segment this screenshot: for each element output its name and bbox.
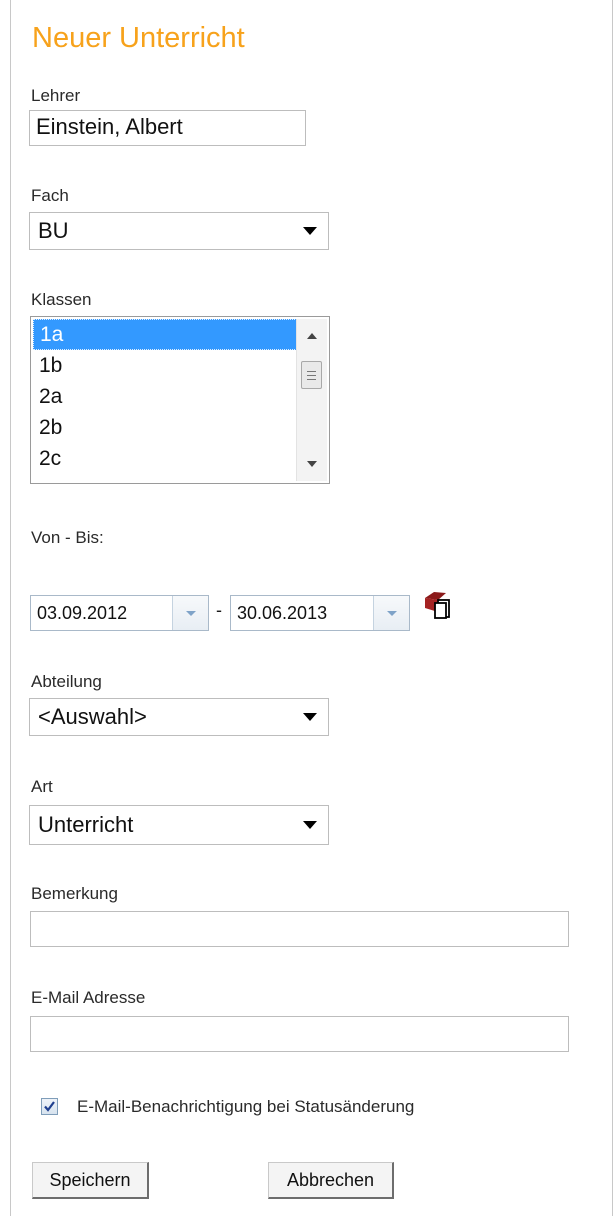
date-from-field[interactable]: 03.09.2012	[30, 595, 209, 631]
fach-value: BU	[38, 218, 69, 243]
calendar-copy-icon[interactable]	[422, 590, 452, 620]
klassen-option[interactable]: 2a	[33, 381, 297, 412]
fach-select[interactable]: BU	[29, 212, 329, 250]
check-icon	[44, 1101, 55, 1112]
klassen-option[interactable]: 1a	[33, 319, 297, 350]
bemerkung-label: Bemerkung	[31, 884, 118, 903]
art-select[interactable]: Unterricht	[29, 805, 329, 845]
chevron-down-icon	[292, 821, 328, 829]
cancel-button[interactable]: Abbrechen	[268, 1162, 394, 1199]
lehrer-label: Lehrer	[31, 86, 81, 105]
notify-checkbox[interactable]	[41, 1098, 58, 1115]
abteilung-select[interactable]: <Auswahl>	[29, 698, 329, 736]
von-bis-label: Von - Bis:	[31, 528, 104, 547]
bemerkung-field[interactable]	[30, 911, 569, 947]
chevron-down-icon	[292, 227, 328, 235]
klassen-scrollbar[interactable]	[296, 319, 327, 481]
date-separator: -	[216, 600, 222, 620]
klassen-option[interactable]: 2c	[33, 443, 297, 474]
chevron-down-icon	[292, 713, 328, 721]
chevron-down-icon[interactable]	[373, 596, 409, 630]
page-title: Neuer Unterricht	[32, 22, 245, 54]
art-value: Unterricht	[38, 812, 134, 837]
scroll-up-icon[interactable]	[297, 323, 327, 349]
notify-label[interactable]: E-Mail-Benachrichtigung bei Statusänderu…	[77, 1097, 414, 1117]
date-from-value: 03.09.2012	[37, 602, 128, 623]
save-button[interactable]: Speichern	[32, 1162, 149, 1199]
scroll-thumb[interactable]	[301, 361, 322, 389]
scroll-down-icon[interactable]	[297, 451, 327, 477]
email-field[interactable]	[30, 1016, 569, 1052]
lehrer-field[interactable]: Einstein, Albert	[29, 110, 306, 146]
date-to-field[interactable]: 30.06.2013	[230, 595, 410, 631]
chevron-down-icon[interactable]	[172, 596, 208, 630]
date-to-value: 30.06.2013	[237, 602, 328, 623]
fach-label: Fach	[31, 186, 69, 205]
klassen-listbox[interactable]: 1a 1b 2a 2b 2c	[30, 316, 330, 484]
email-label: E-Mail Adresse	[31, 988, 146, 1007]
klassen-option[interactable]: 1b	[33, 350, 297, 381]
klassen-option[interactable]: 2b	[33, 412, 297, 443]
art-label: Art	[31, 777, 53, 796]
abteilung-label: Abteilung	[31, 672, 102, 691]
klassen-label: Klassen	[31, 290, 92, 309]
abteilung-value: <Auswahl>	[38, 704, 147, 729]
